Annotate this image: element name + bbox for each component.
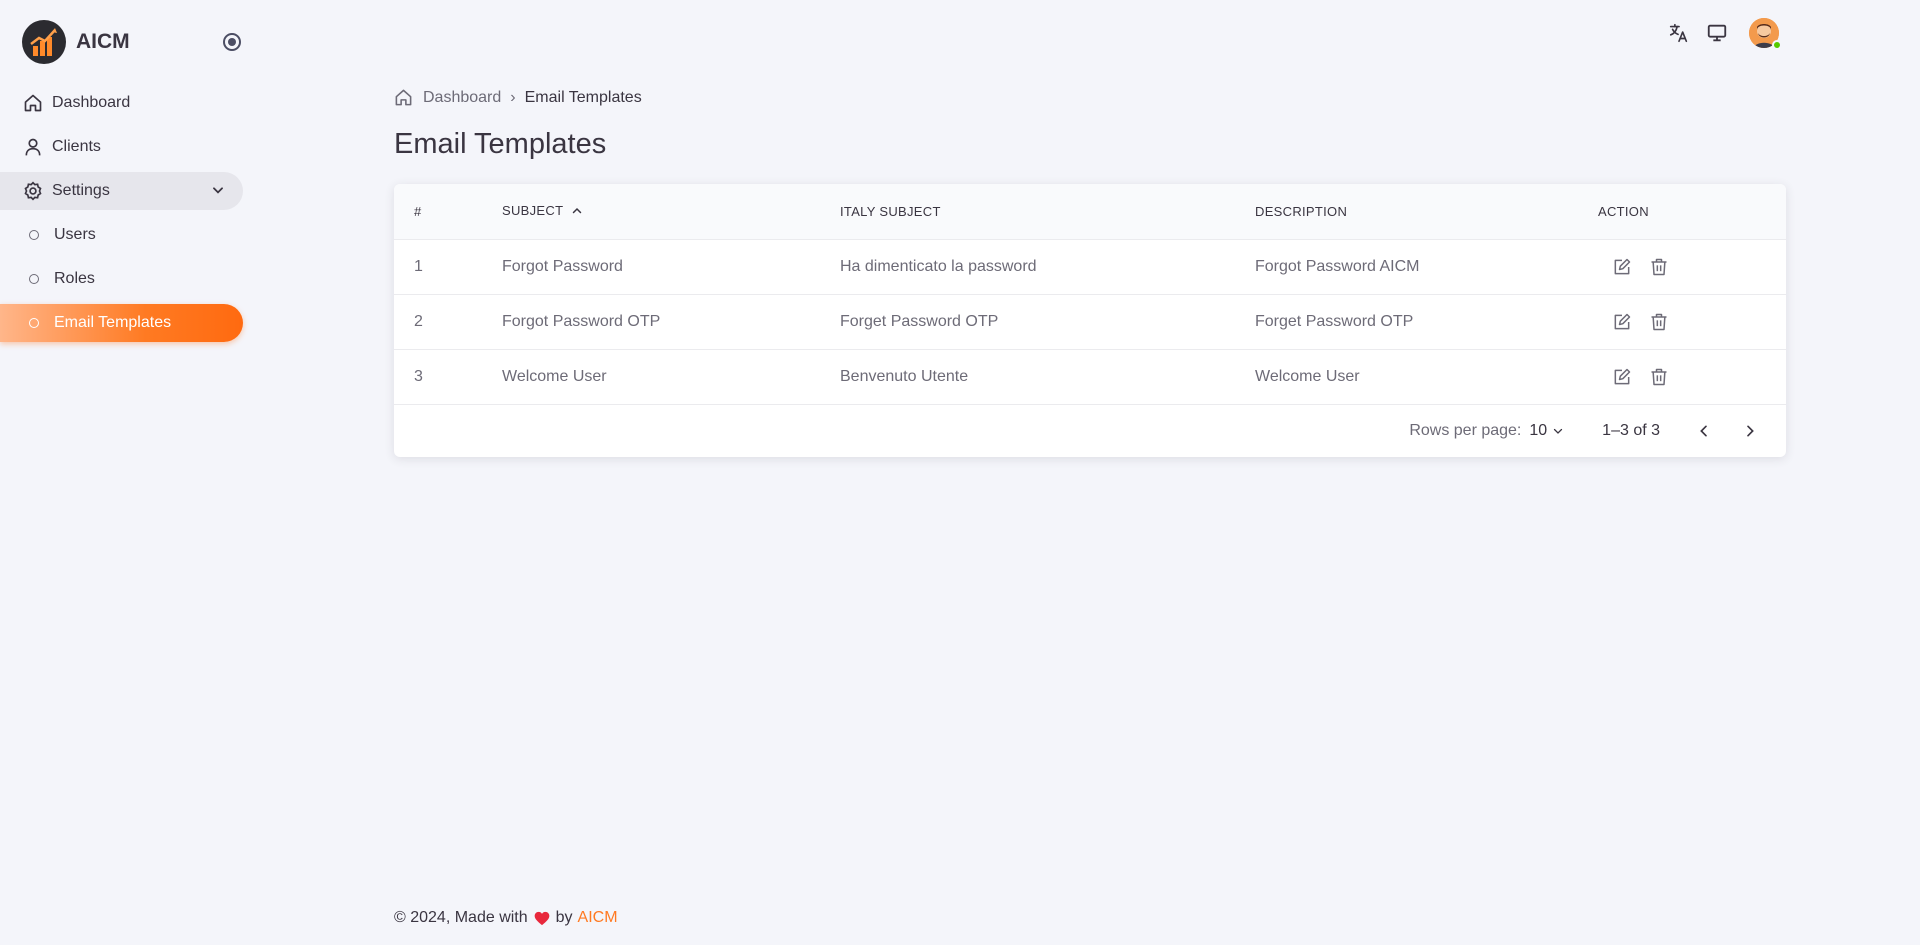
online-status-badge: [1772, 40, 1782, 50]
gear-icon: [22, 180, 44, 202]
sidebar-nav: Dashboard Clients Settings Users Roles E…: [0, 84, 243, 348]
radio-toggle-icon[interactable]: [223, 33, 241, 51]
cell-description: Forgot Password AICM: [1255, 258, 1420, 275]
trash-icon[interactable]: [1645, 253, 1673, 281]
cell-description: Forget Password OTP: [1255, 313, 1414, 330]
trash-icon[interactable]: [1645, 363, 1673, 391]
cell-italy-subject: Forget Password OTP: [840, 313, 999, 330]
cell-actions: [1598, 253, 1786, 281]
page-title: Email Templates: [394, 128, 607, 160]
circle-icon: [29, 274, 39, 284]
rows-per-page-label: Rows per page:: [1409, 422, 1522, 439]
cell-description: Welcome User: [1255, 368, 1360, 385]
chevron-down-icon: [1552, 425, 1564, 437]
cell-number: 2: [414, 313, 423, 330]
sidebar-item-label: Settings: [52, 182, 110, 199]
sidebar-subitem-email-templates[interactable]: Email Templates: [0, 304, 243, 342]
rows-per-page-value: 10: [1529, 422, 1548, 439]
footer-brand-link[interactable]: AICM: [578, 909, 618, 927]
edit-icon[interactable]: [1608, 363, 1636, 391]
breadcrumb-separator: ›: [510, 88, 516, 106]
table-header: # SUBJECT ITALY SUBJECT DESCRIPTION ACTI…: [394, 184, 1786, 240]
rows-per-page-select[interactable]: 10: [1529, 422, 1564, 440]
monitor-icon[interactable]: [1703, 19, 1731, 47]
cell-subject: Welcome User: [502, 368, 607, 385]
brand-name: AICM: [76, 30, 130, 53]
sort-up-icon[interactable]: [571, 205, 583, 220]
cell-number: 1: [414, 258, 423, 275]
column-header-number: #: [414, 204, 422, 219]
sidebar-item-dashboard[interactable]: Dashboard: [0, 84, 243, 122]
column-header-italy-subject: ITALY SUBJECT: [840, 204, 941, 219]
chevron-right-icon[interactable]: [1736, 417, 1764, 445]
cell-subject: Forgot Password: [502, 258, 623, 275]
sidebar-item-clients[interactable]: Clients: [0, 128, 243, 166]
cell-actions: [1598, 308, 1786, 336]
cell-actions: [1598, 363, 1786, 391]
sidebar-item-label: Clients: [52, 138, 101, 155]
sidebar-item-settings[interactable]: Settings: [0, 172, 243, 210]
table-row: 1 Forgot Password Ha dimenticato la pass…: [394, 240, 1786, 295]
breadcrumb-current: Email Templates: [524, 88, 642, 106]
topbar-actions: [1665, 18, 1782, 50]
table-pagination: Rows per page: 10 1–3 of 3: [394, 405, 1786, 457]
column-header-label: SUBJECT: [502, 203, 564, 219]
home-icon[interactable]: [394, 88, 413, 107]
table-row: 3 Welcome User Benvenuto Utente Welcome …: [394, 350, 1786, 405]
footer-by: by: [555, 909, 573, 926]
footer-copyright: © 2024, Made with: [394, 909, 528, 926]
user-avatar-button[interactable]: [1749, 18, 1782, 50]
breadcrumb-dashboard-link[interactable]: Dashboard: [423, 89, 501, 107]
sidebar-item-label: Users: [54, 226, 96, 243]
table-row: 2 Forgot Password OTP Forget Password OT…: [394, 295, 1786, 350]
heart-icon: [534, 911, 550, 926]
cell-subject: Forgot Password OTP: [502, 313, 661, 330]
edit-icon[interactable]: [1608, 308, 1636, 336]
edit-icon[interactable]: [1608, 253, 1636, 281]
column-header-subject[interactable]: SUBJECT: [492, 203, 830, 219]
sidebar: AICM Dashboard Clients Settings Users Ro…: [0, 0, 260, 945]
user-icon: [22, 136, 44, 158]
column-header-description: DESCRIPTION: [1255, 204, 1348, 219]
cell-italy-subject: Benvenuto Utente: [840, 368, 969, 385]
sidebar-subitem-users[interactable]: Users: [0, 216, 243, 254]
sidebar-item-label: Email Templates: [54, 314, 172, 331]
column-header-action: ACTION: [1598, 204, 1649, 219]
brand[interactable]: AICM: [22, 20, 130, 64]
email-templates-table: # SUBJECT ITALY SUBJECT DESCRIPTION ACTI…: [394, 184, 1786, 457]
site-footer: © 2024, Made with by AICM: [394, 909, 618, 927]
chevron-left-icon[interactable]: [1690, 417, 1718, 445]
sidebar-item-label: Roles: [54, 270, 95, 287]
pagination-range: 1–3 of 3: [1602, 422, 1660, 439]
logo: [22, 20, 66, 64]
translate-icon[interactable]: [1665, 19, 1693, 47]
circle-icon: [29, 230, 39, 240]
cell-italy-subject: Ha dimenticato la password: [840, 258, 1037, 275]
breadcrumb: Dashboard › Email Templates: [394, 88, 642, 107]
circle-icon: [29, 318, 39, 328]
cell-number: 3: [414, 368, 423, 385]
sidebar-item-label: Dashboard: [52, 94, 131, 111]
home-icon: [22, 92, 44, 114]
sidebar-subitem-roles[interactable]: Roles: [0, 260, 243, 298]
trash-icon[interactable]: [1645, 308, 1673, 336]
chevron-down-icon: [211, 183, 225, 202]
